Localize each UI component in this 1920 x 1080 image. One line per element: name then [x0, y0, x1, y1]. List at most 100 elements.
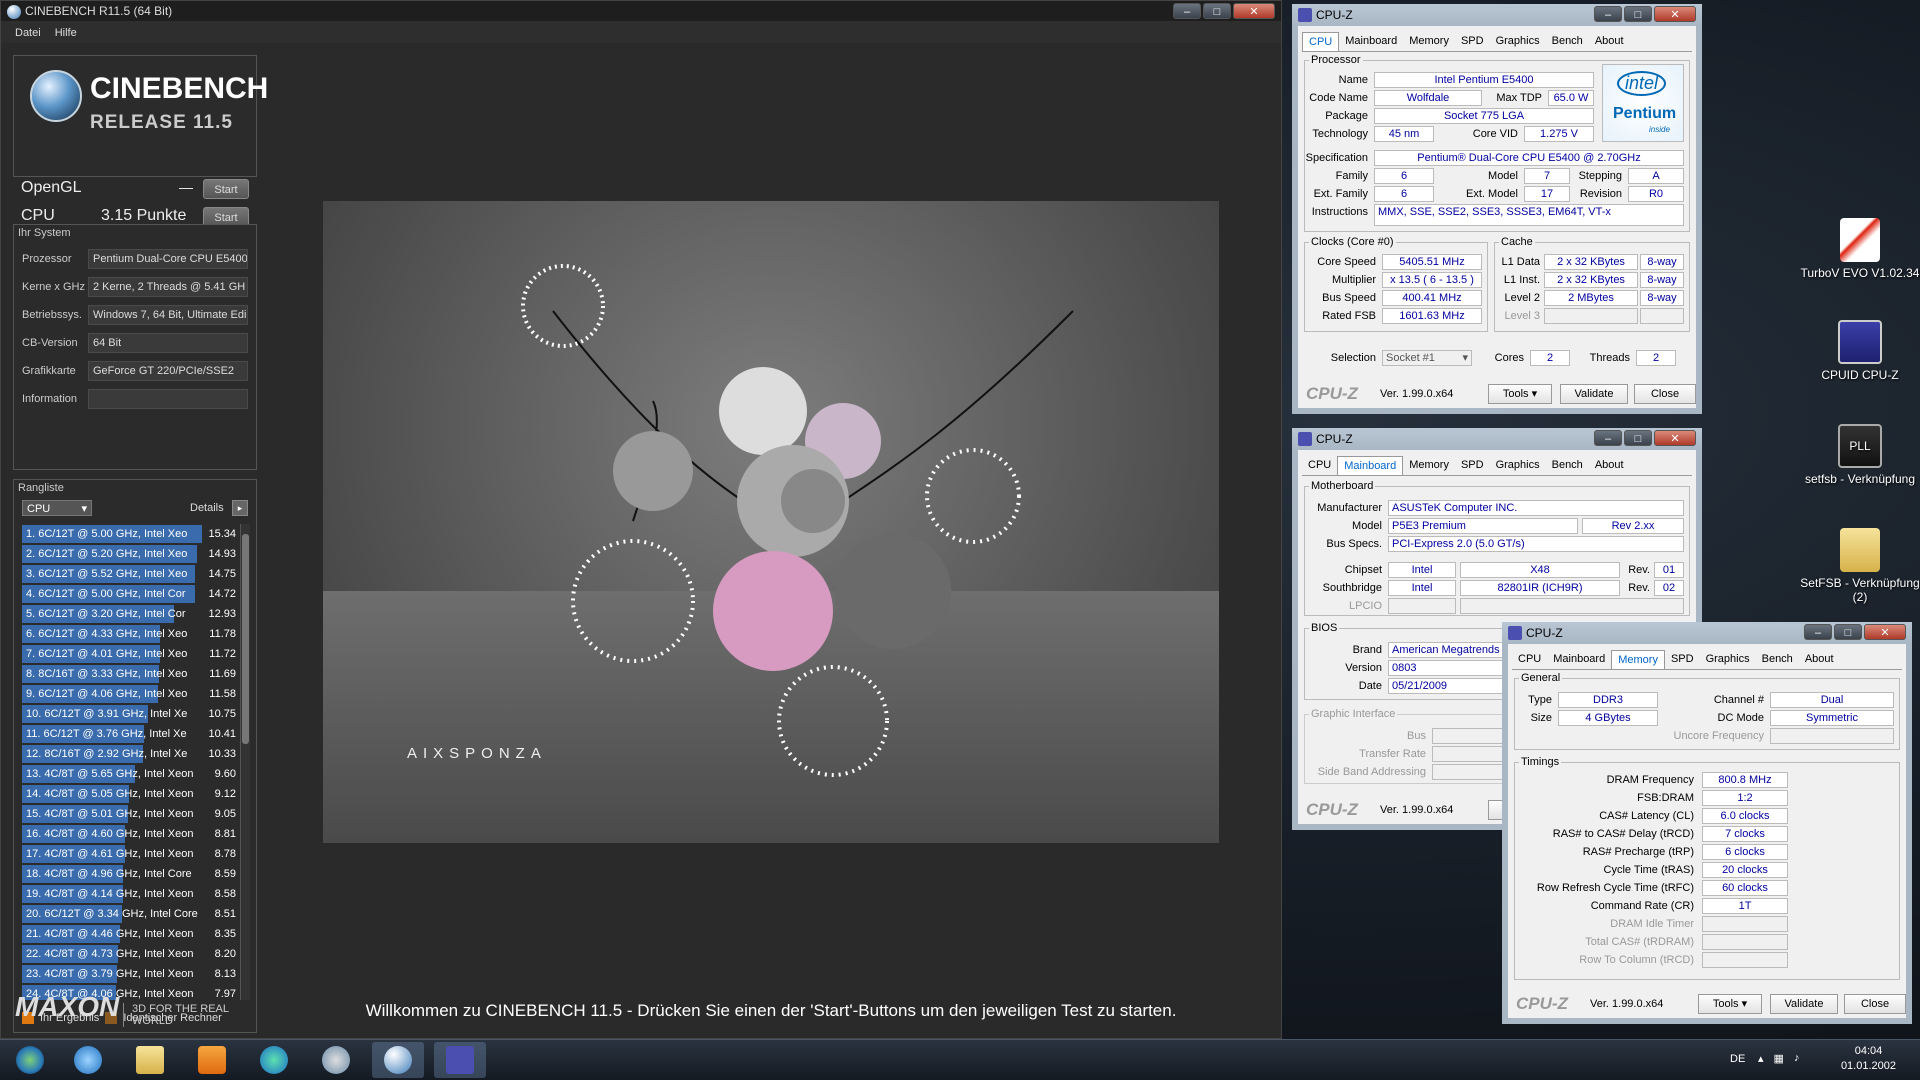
taskbar-cpuz[interactable]: [434, 1042, 486, 1078]
tab-about[interactable]: About: [1589, 456, 1630, 475]
tab-mainboard[interactable]: Mainboard: [1337, 456, 1404, 475]
ranking-row[interactable]: 6. 6C/12T @ 4.33 GHz, Intel Xeo 11.78: [22, 624, 238, 644]
tab-cpu[interactable]: CPU: [1302, 456, 1337, 475]
ranking-row[interactable]: 21. 4C/8T @ 4.46 GHz, Intel Xeon 8.35: [22, 924, 238, 944]
tools-button[interactable]: Tools ▾: [1488, 384, 1552, 404]
close-button[interactable]: Close: [1634, 384, 1696, 404]
title-bar[interactable]: CINEBENCH R11.5 (64 Bit) – □ ✕: [1, 1, 1281, 21]
ranking-row[interactable]: 12. 8C/16T @ 2.92 GHz, Intel Xe 10.33: [22, 744, 238, 764]
taskbar-media-player[interactable]: [186, 1042, 238, 1078]
network-icon[interactable]: ▦: [1774, 1052, 1784, 1065]
ranking-row[interactable]: 16. 4C/8T @ 4.60 GHz, Intel Xeon 8.81: [22, 824, 238, 844]
maximize-button[interactable]: □: [1624, 6, 1652, 22]
tab-memory[interactable]: Memory: [1611, 650, 1665, 669]
tab-bench[interactable]: Bench: [1756, 650, 1799, 669]
maximize-button[interactable]: □: [1624, 430, 1652, 446]
tab-spd[interactable]: SPD: [1455, 32, 1490, 51]
minimize-button[interactable]: –: [1804, 624, 1832, 640]
ranking-row[interactable]: 20. 6C/12T @ 3.34 GHz, Intel Core 8.51: [22, 904, 238, 924]
tools-button[interactable]: Tools ▾: [1698, 994, 1762, 1014]
taskbar-clock[interactable]: 04:04 01.01.2002: [1841, 1044, 1896, 1074]
menu-datei[interactable]: Datei: [15, 27, 41, 39]
ranking-row[interactable]: 13. 4C/8T @ 5.65 GHz, Intel Xeon 9.60: [22, 764, 238, 784]
tab-cpu[interactable]: CPU: [1302, 32, 1340, 51]
ranking-row[interactable]: 17. 4C/8T @ 4.61 GHz, Intel Xeon 8.78: [22, 844, 238, 864]
ranking-row[interactable]: 11. 6C/12T @ 3.76 GHz, Intel Xe 10.41: [22, 724, 238, 744]
tab-mainboard[interactable]: Mainboard: [1547, 650, 1611, 669]
close-button[interactable]: ✕: [1654, 430, 1696, 446]
details-button[interactable]: ▸: [232, 500, 248, 516]
taskbar-cinebench[interactable]: [372, 1042, 424, 1078]
ranking-row[interactable]: 1. 6C/12T @ 5.00 GHz, Intel Xeo 15.34: [22, 524, 238, 544]
ranking-row[interactable]: 2. 6C/12T @ 5.20 GHz, Intel Xeo 14.93: [22, 544, 238, 564]
ranking-row[interactable]: 7. 6C/12T @ 4.01 GHz, Intel Xeo 11.72: [22, 644, 238, 664]
desktop-icon-turbov[interactable]: TurboV EVO V1.02.34: [1800, 218, 1920, 280]
validate-button[interactable]: Validate: [1770, 994, 1838, 1014]
tab-graphics[interactable]: Graphics: [1490, 456, 1546, 475]
ranking-score: 14.72: [208, 588, 236, 600]
ranking-row[interactable]: 8. 8C/16T @ 3.33 GHz, Intel Xeo 11.69: [22, 664, 238, 684]
maximize-button[interactable]: □: [1203, 3, 1231, 19]
ranking-row[interactable]: 19. 4C/8T @ 4.14 GHz, Intel Xeon 8.58: [22, 884, 238, 904]
ranking-row[interactable]: 4. 6C/12T @ 5.00 GHz, Intel Cor 14.72: [22, 584, 238, 604]
taskbar-tool[interactable]: [310, 1042, 362, 1078]
tab-graphics[interactable]: Graphics: [1490, 32, 1546, 51]
tab-mainboard[interactable]: Mainboard: [1339, 32, 1403, 51]
tray-expand-icon[interactable]: ▴: [1758, 1052, 1764, 1065]
cores-value: 2: [1530, 350, 1570, 366]
ranking-row[interactable]: 14. 4C/8T @ 5.05 GHz, Intel Xeon 9.12: [22, 784, 238, 804]
minimize-button[interactable]: –: [1173, 3, 1201, 19]
information-input[interactable]: [88, 389, 248, 409]
opengl-score: —: [179, 179, 193, 195]
tab-cpu[interactable]: CPU: [1512, 650, 1547, 669]
ranking-row[interactable]: 18. 4C/8T @ 4.96 GHz, Intel Core 8.59: [22, 864, 238, 884]
taskbar-ie[interactable]: [62, 1042, 114, 1078]
title-bar[interactable]: CPU-Z – □ ✕: [1502, 622, 1912, 644]
start-button[interactable]: [4, 1042, 56, 1078]
ranking-scrollbar[interactable]: [240, 524, 250, 1000]
tab-bench[interactable]: Bench: [1546, 456, 1589, 475]
minimize-button[interactable]: –: [1594, 430, 1622, 446]
timings-list: DRAM Frequency 800.8 MHz FSB:DRAM 1:2 CAS# L…: [1516, 772, 1896, 970]
ranking-select[interactable]: CPU ▾: [22, 500, 92, 516]
tab-graphics[interactable]: Graphics: [1700, 650, 1756, 669]
desktop-icon-setfsb[interactable]: PLL setfsb - Verknüpfung: [1800, 424, 1920, 486]
tab-bench[interactable]: Bench: [1546, 32, 1589, 51]
minimize-button[interactable]: –: [1594, 6, 1622, 22]
language-indicator[interactable]: DE: [1730, 1053, 1745, 1065]
validate-button[interactable]: Validate: [1560, 384, 1628, 404]
maximize-button[interactable]: □: [1834, 624, 1862, 640]
selection-dropdown[interactable]: Socket #1 ▾: [1382, 350, 1472, 366]
desktop-icon-setfsb2[interactable]: SetFSB - Verknüpfung (2): [1800, 528, 1920, 604]
ranking-row[interactable]: 3. 6C/12T @ 5.52 GHz, Intel Xeo 14.75: [22, 564, 238, 584]
title-bar[interactable]: CPU-Z – □ ✕: [1292, 4, 1702, 26]
ranking-row[interactable]: 22. 4C/8T @ 4.73 GHz, Intel Xeon 8.20: [22, 944, 238, 964]
tab-about[interactable]: About: [1589, 32, 1630, 51]
tab-memory[interactable]: Memory: [1403, 32, 1455, 51]
scroll-thumb[interactable]: [242, 534, 249, 744]
close-button[interactable]: ✕: [1864, 624, 1906, 640]
taskbar-explorer[interactable]: [124, 1042, 176, 1078]
tab-bar: CPU Mainboard Memory SPD Graphics Bench …: [1302, 32, 1692, 52]
ranking-row[interactable]: 15. 4C/8T @ 5.01 GHz, Intel Xeon 9.05: [22, 804, 238, 824]
ranking-score: 10.33: [208, 748, 236, 760]
menu-hilfe[interactable]: Hilfe: [55, 27, 77, 39]
ranking-row[interactable]: 9. 6C/12T @ 4.06 GHz, Intel Xeo 11.58: [22, 684, 238, 704]
tab-about[interactable]: About: [1799, 650, 1840, 669]
close-button[interactable]: ✕: [1233, 3, 1275, 19]
close-button[interactable]: ✕: [1654, 6, 1696, 22]
opengl-start-button[interactable]: Start: [203, 179, 249, 199]
taskbar-edge[interactable]: [248, 1042, 300, 1078]
title-bar[interactable]: CPU-Z – □ ✕: [1292, 428, 1702, 450]
ranking-row[interactable]: 23. 4C/8T @ 3.79 GHz, Intel Xeon 8.13: [22, 964, 238, 984]
tab-memory[interactable]: Memory: [1403, 456, 1455, 475]
ranking-row[interactable]: 10. 6C/12T @ 3.91 GHz, Intel Xe 10.75: [22, 704, 238, 724]
timing-value: 1T: [1702, 898, 1788, 914]
volume-icon[interactable]: ♪: [1794, 1052, 1800, 1065]
tab-spd[interactable]: SPD: [1455, 456, 1490, 475]
close-button[interactable]: Close: [1844, 994, 1906, 1014]
desktop-icon-cpuz[interactable]: CPUID CPU-Z: [1800, 320, 1920, 382]
tab-spd[interactable]: SPD: [1665, 650, 1700, 669]
ranking-row[interactable]: 5. 6C/12T @ 3.20 GHz, Intel Cor 12.93: [22, 604, 238, 624]
cpuz-footer: CPU-Z Ver. 1.99.0.x64 Tools ▾ Validate C…: [1298, 380, 1696, 408]
